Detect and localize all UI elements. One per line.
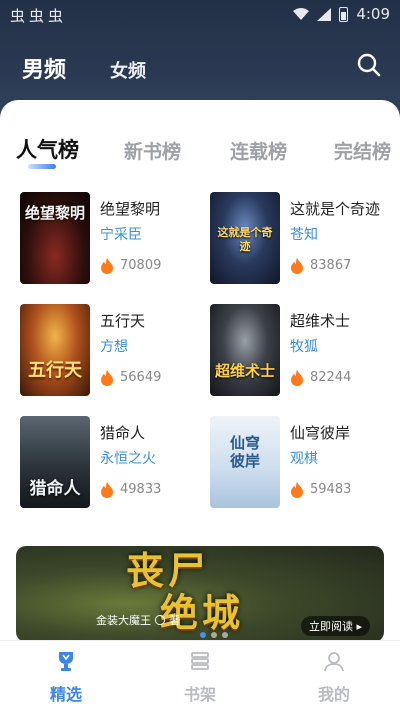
promo-banner[interactable]: 丧尸 绝城 金装大魔王 〇 著 立即阅读 ▸ xyxy=(16,546,384,642)
bottom-nav: 精选 书架 我的 xyxy=(0,640,400,710)
status-bar: 虫虫虫 4:09 xyxy=(0,0,400,30)
book-author[interactable]: 苍知 xyxy=(290,224,318,244)
book-item[interactable]: 猎命人 猎命人 永恒之火 49833 xyxy=(16,416,196,512)
book-cover: 猎命人 xyxy=(20,416,90,508)
status-time: 4:09 xyxy=(356,5,390,23)
book-title: 猎命人 xyxy=(100,424,146,442)
book-cover-title: 绝望黎明 xyxy=(24,204,85,222)
book-author[interactable]: 方想 xyxy=(100,336,128,356)
banner-author: 金装大魔王 〇 著 xyxy=(96,614,180,627)
fire-icon xyxy=(101,482,113,498)
book-author[interactable]: 永恒之火 xyxy=(100,448,156,468)
tab-completed[interactable]: 完结榜 xyxy=(334,137,391,164)
book-cover: 仙穹彼岸 xyxy=(210,416,280,508)
gender-tabs: 男频 女频 xyxy=(22,52,146,84)
fire-icon xyxy=(291,258,303,274)
book-title: 绝望黎明 xyxy=(100,200,161,218)
book-cover: 这就是个奇迹 xyxy=(210,192,280,284)
book-author[interactable]: 牧狐 xyxy=(290,336,318,356)
book-item[interactable]: 超维术士 超维术士 牧狐 82244 xyxy=(206,304,386,400)
nav-featured[interactable]: 精选 xyxy=(26,649,106,705)
book-heat: 70809 xyxy=(120,258,162,273)
wifi-icon xyxy=(293,8,310,20)
trophy-icon xyxy=(59,652,73,671)
book-item[interactable]: 仙穹彼岸 仙穹彼岸 观棋 59483 xyxy=(206,416,386,512)
nav-profile-label: 我的 xyxy=(317,685,350,704)
banner-dot[interactable] xyxy=(200,632,206,638)
read-now-button[interactable]: 立即阅读 ▸ xyxy=(300,616,370,636)
book-cover: 超维术士 xyxy=(210,304,280,396)
book-item[interactable]: 五行天 五行天 方想 56649 xyxy=(16,304,196,400)
rank-tab-indicator xyxy=(28,164,56,169)
tab-serializing[interactable]: 连载榜 xyxy=(230,137,287,164)
battery-icon xyxy=(339,6,349,22)
nav-bookshelf-label: 书架 xyxy=(183,685,216,704)
book-title: 仙穹彼岸 xyxy=(290,424,351,442)
banner-dot[interactable] xyxy=(211,632,217,638)
tab-popular[interactable]: 人气榜 xyxy=(16,134,79,164)
fire-icon xyxy=(101,370,113,386)
tab-female[interactable]: 女频 xyxy=(110,57,146,83)
book-heat: 82244 xyxy=(310,370,352,385)
banner-dot[interactable] xyxy=(222,632,228,638)
rank-tabs: 人气榜 新书榜 连载榜 完结榜 xyxy=(16,134,400,174)
book-cover: 五行天 xyxy=(20,304,90,396)
book-heat: 83867 xyxy=(310,258,352,273)
notification-icons: 虫虫虫 xyxy=(10,7,68,25)
nav-bookshelf[interactable]: 书架 xyxy=(160,649,240,705)
nav-featured-label: 精选 xyxy=(49,685,82,704)
nav-profile[interactable]: 我的 xyxy=(294,649,374,705)
book-title: 五行天 xyxy=(100,312,146,330)
book-heat: 49833 xyxy=(120,482,162,497)
book-title: 这就是个奇迹 xyxy=(290,200,381,218)
book-author[interactable]: 宁采臣 xyxy=(100,224,142,244)
fire-icon xyxy=(291,482,303,498)
book-title: 超维术士 xyxy=(290,312,351,330)
fire-icon xyxy=(101,258,113,274)
book-item[interactable]: 绝望黎明 绝望黎明 宁采臣 70809 xyxy=(16,192,196,288)
bookshelf-icon xyxy=(191,652,209,670)
fire-icon xyxy=(291,370,303,386)
book-cover-title: 仙穹彼岸 xyxy=(229,434,260,470)
book-cover: 绝望黎明 xyxy=(20,192,90,284)
banner-title-line1: 丧尸 xyxy=(126,548,211,593)
status-right: 4:09 xyxy=(293,5,390,23)
banner-pagination xyxy=(200,632,228,638)
book-cover-title: 五行天 xyxy=(28,360,82,381)
search-icon[interactable] xyxy=(356,52,382,78)
tab-male[interactable]: 男频 xyxy=(22,52,66,84)
user-icon xyxy=(324,652,344,672)
book-author[interactable]: 观棋 xyxy=(290,448,318,468)
signal-icon xyxy=(317,7,332,21)
book-item[interactable]: 这就是个奇迹 这就是个奇迹 苍知 83867 xyxy=(206,192,386,288)
book-cover-title: 猎命人 xyxy=(29,479,81,499)
tab-new-books[interactable]: 新书榜 xyxy=(124,137,181,164)
book-heat: 59483 xyxy=(310,482,352,497)
book-cover-title: 超维术士 xyxy=(214,362,275,380)
book-heat: 56649 xyxy=(120,370,162,385)
book-cover-title: 这就是个奇迹 xyxy=(217,226,273,253)
